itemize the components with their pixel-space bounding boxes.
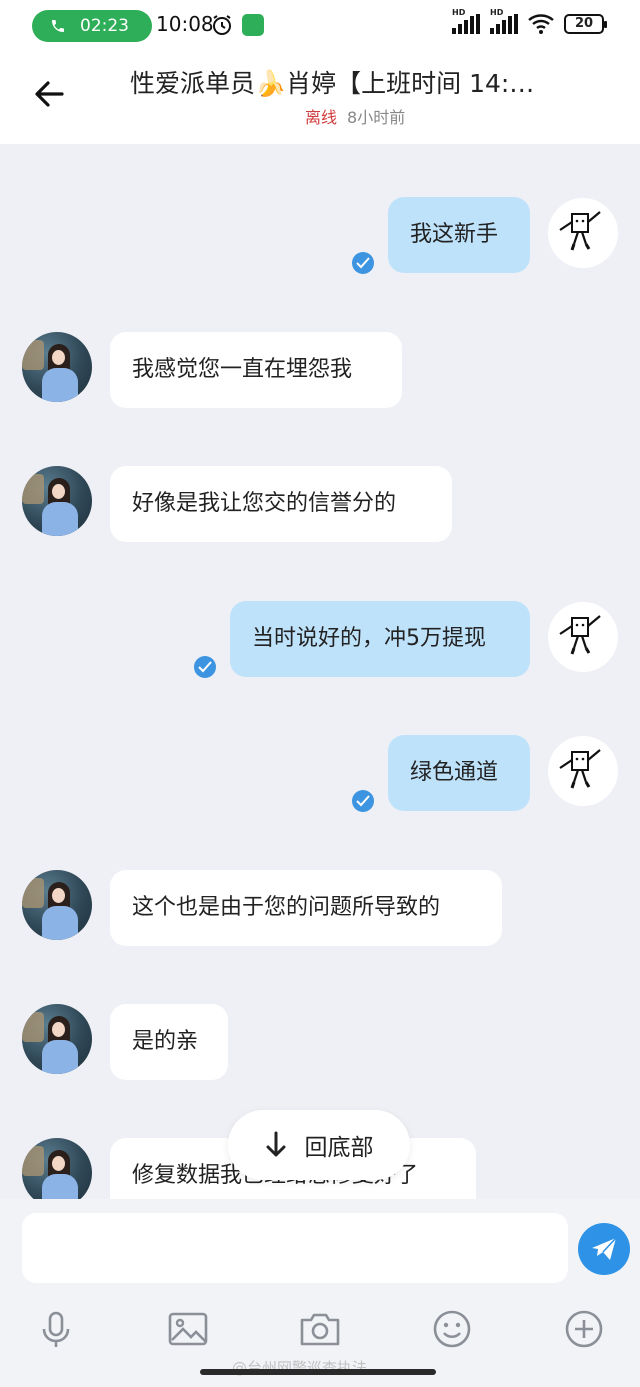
signal-icon: HD <box>452 8 480 34</box>
read-receipt-icon <box>194 656 216 678</box>
message-bubble-outgoing[interactable]: 绿色通道 <box>388 735 530 811</box>
plus-icon <box>565 1310 603 1348</box>
presence-status: 离线 8小时前 <box>305 104 405 128</box>
chat-title: 性爱派单员🍌肖婷【上班时间 14:… <box>130 69 535 98</box>
composer <box>0 1199 640 1297</box>
message-list[interactable]: 我这新手 我感觉您一直在埋怨我 好像是我让您交的信誉分的 当时说好的，冲5万提现… <box>0 144 640 1199</box>
chat-header: 性爱派单员🍌肖婷【上班时间 14:… 离线 8小时前 <box>0 44 640 144</box>
camera-icon <box>300 1313 340 1346</box>
emoji-icon <box>433 1310 471 1348</box>
read-receipt-icon <box>352 252 374 274</box>
contact-avatar[interactable] <box>22 1138 92 1199</box>
contact-avatar[interactable] <box>22 870 92 940</box>
home-indicator[interactable] <box>200 1369 436 1375</box>
message-bubble-incoming[interactable]: 这个也是由于您的问题所导致的 <box>110 870 502 946</box>
battery-icon: 20 <box>564 14 607 34</box>
offline-label: 离线 <box>305 108 338 127</box>
call-app-icon <box>242 14 264 36</box>
more-button[interactable] <box>560 1305 608 1353</box>
back-button[interactable] <box>28 76 72 112</box>
signal-icon: HD <box>490 8 518 34</box>
contact-avatar[interactable] <box>22 466 92 536</box>
attachment-toolbar: @台州网警巡查执法 <box>0 1297 640 1387</box>
my-avatar[interactable] <box>548 736 618 806</box>
camera-button[interactable] <box>296 1305 344 1353</box>
read-receipt-icon <box>352 790 374 812</box>
call-timer: 02:23 <box>80 16 129 36</box>
message-bubble-incoming[interactable]: 我感觉您一直在埋怨我 <box>110 332 402 408</box>
my-avatar[interactable] <box>548 602 618 672</box>
mic-icon <box>42 1311 70 1347</box>
clock: 10:08 <box>156 12 214 36</box>
send-icon <box>592 1237 617 1260</box>
message-bubble-incoming[interactable]: 好像是我让您交的信誉分的 <box>110 466 452 542</box>
message-bubble-outgoing[interactable]: 当时说好的，冲5万提现 <box>230 601 530 677</box>
alarm-icon <box>213 15 231 35</box>
scroll-to-bottom-label: 回底部 <box>304 1135 374 1161</box>
message-bubble-outgoing[interactable]: 我这新手 <box>388 197 530 273</box>
gallery-button[interactable] <box>164 1305 212 1353</box>
send-button[interactable] <box>578 1223 630 1275</box>
emoji-button[interactable] <box>428 1305 476 1353</box>
contact-avatar[interactable] <box>22 1004 92 1074</box>
message-input[interactable] <box>22 1213 568 1283</box>
contact-avatar[interactable] <box>22 332 92 402</box>
image-icon <box>168 1312 208 1346</box>
voice-button[interactable] <box>32 1305 80 1353</box>
my-avatar[interactable] <box>548 198 618 268</box>
back-arrow-icon <box>35 81 64 107</box>
scroll-to-bottom-button[interactable]: 回底部 <box>228 1110 410 1180</box>
wifi-icon <box>528 14 554 34</box>
ongoing-call-pill[interactable]: 02:23 <box>32 10 152 42</box>
phone-icon <box>52 20 64 32</box>
arrow-down-icon <box>266 1131 285 1157</box>
message-bubble-incoming[interactable]: 是的亲 <box>110 1004 228 1080</box>
last-seen: 8小时前 <box>347 108 406 127</box>
